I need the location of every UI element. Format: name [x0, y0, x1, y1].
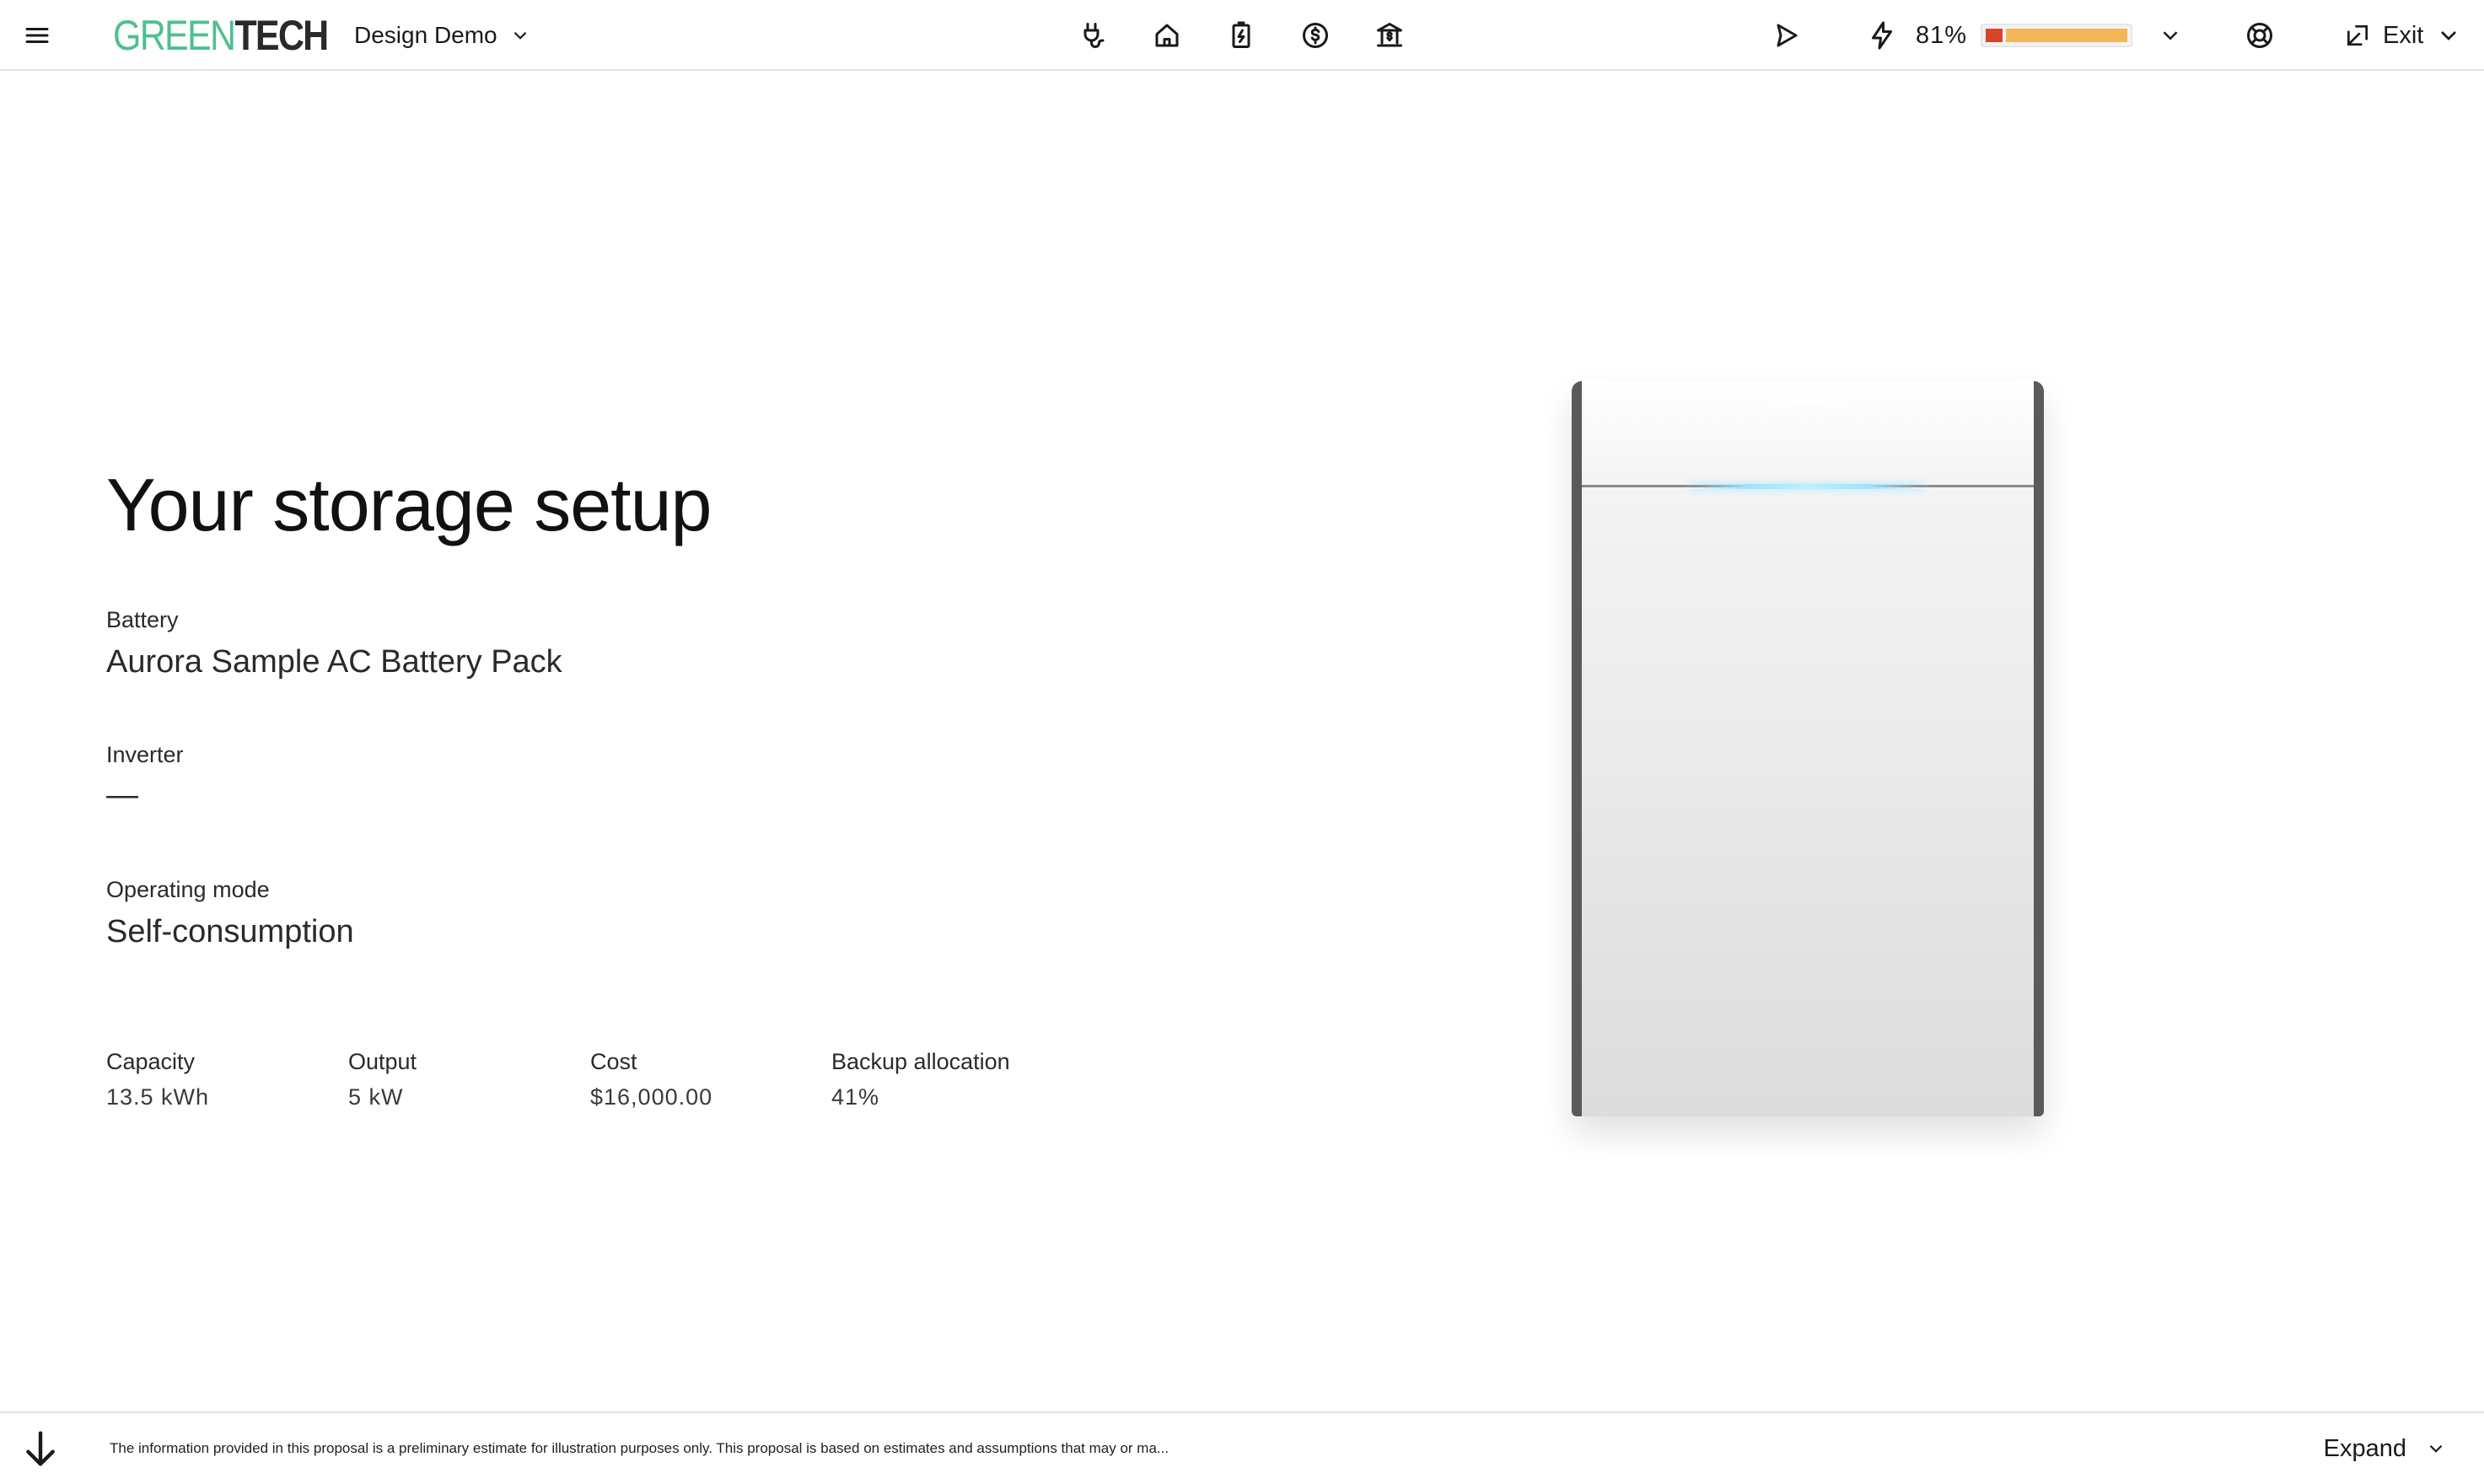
battery-led-strip	[1691, 484, 1924, 489]
send-button[interactable]	[1766, 0, 1806, 71]
project-name: Design Demo	[354, 22, 497, 48]
disclaimer-text: The information provided in this proposa…	[110, 1440, 1169, 1456]
chevron-down-icon	[2441, 31, 2457, 40]
battery-top-cap	[1582, 381, 2034, 487]
chevron-down-icon	[2429, 1444, 2443, 1453]
disclaimer-footer: The information provided in this proposa…	[0, 1411, 2484, 1482]
battery-label: Battery	[106, 607, 179, 632]
backup-allocation-label: Backup allocation	[831, 1049, 1010, 1074]
exit-label: Exit	[2383, 21, 2424, 49]
inverter-label: Inverter	[106, 742, 184, 767]
expand-label: Expand	[2323, 1434, 2406, 1462]
chevron-down-icon	[513, 31, 526, 40]
help-button[interactable]	[2239, 0, 2280, 71]
hamburger-icon[interactable]	[17, 15, 57, 56]
backup-allocation-value: 41%	[831, 1084, 880, 1110]
cost-label: Cost	[590, 1049, 637, 1074]
battery-product-image	[1572, 381, 2044, 1116]
cost-value: $16,000.00	[590, 1084, 713, 1110]
inverter-value: —	[106, 777, 138, 813]
capacity-value: 13.5 kWh	[106, 1084, 210, 1110]
operating-mode-label: Operating mode	[106, 877, 270, 902]
project-selector[interactable]: Design Demo	[354, 0, 531, 71]
top-bar: GREENTECH Design Demo 81% Exit	[0, 0, 2484, 71]
chevron-down-icon[interactable]	[2158, 23, 2183, 48]
energy-status[interactable]: 81%	[1862, 0, 2183, 71]
operating-mode-value: Self-consumption	[106, 914, 354, 949]
output-value: 5 kW	[348, 1084, 404, 1110]
main-nav	[1073, 0, 1410, 71]
output-label: Output	[348, 1049, 417, 1074]
bank-icon[interactable]	[1369, 15, 1410, 56]
energy-offset-bar	[1981, 24, 2133, 47]
exit-icon	[2347, 25, 2368, 46]
send-icon[interactable]	[1766, 15, 1806, 56]
lightning-icon	[1862, 15, 1902, 56]
home-icon[interactable]	[1147, 15, 1187, 56]
page-title: Your storage setup	[106, 463, 712, 546]
dollar-circle-icon[interactable]	[1295, 15, 1336, 56]
logo: GREENTECH	[113, 0, 363, 71]
battery-shine	[1750, 401, 1865, 405]
capacity-label: Capacity	[106, 1049, 196, 1074]
bar-segment-yellow	[2006, 29, 2128, 42]
expand-button[interactable]: Expand	[2324, 1413, 2447, 1484]
logo-dark-text: TECH	[234, 12, 329, 59]
scroll-down-button[interactable]	[22, 1428, 59, 1473]
battery-value: Aurora Sample AC Battery Pack	[106, 644, 562, 680]
menu-button[interactable]	[17, 0, 57, 71]
battery-unit	[1572, 381, 2044, 1116]
logo-green-text: GREEN	[113, 12, 236, 59]
bar-segment-red	[1986, 29, 2003, 42]
battery-charge-icon[interactable]	[1221, 15, 1261, 56]
exit-button[interactable]: Exit	[2344, 0, 2462, 71]
energy-offset-percent: 81%	[1916, 21, 1968, 49]
arrow-down-icon[interactable]	[22, 1428, 59, 1469]
plug-icon[interactable]	[1073, 15, 1113, 56]
lifebuoy-icon[interactable]	[2239, 15, 2280, 56]
